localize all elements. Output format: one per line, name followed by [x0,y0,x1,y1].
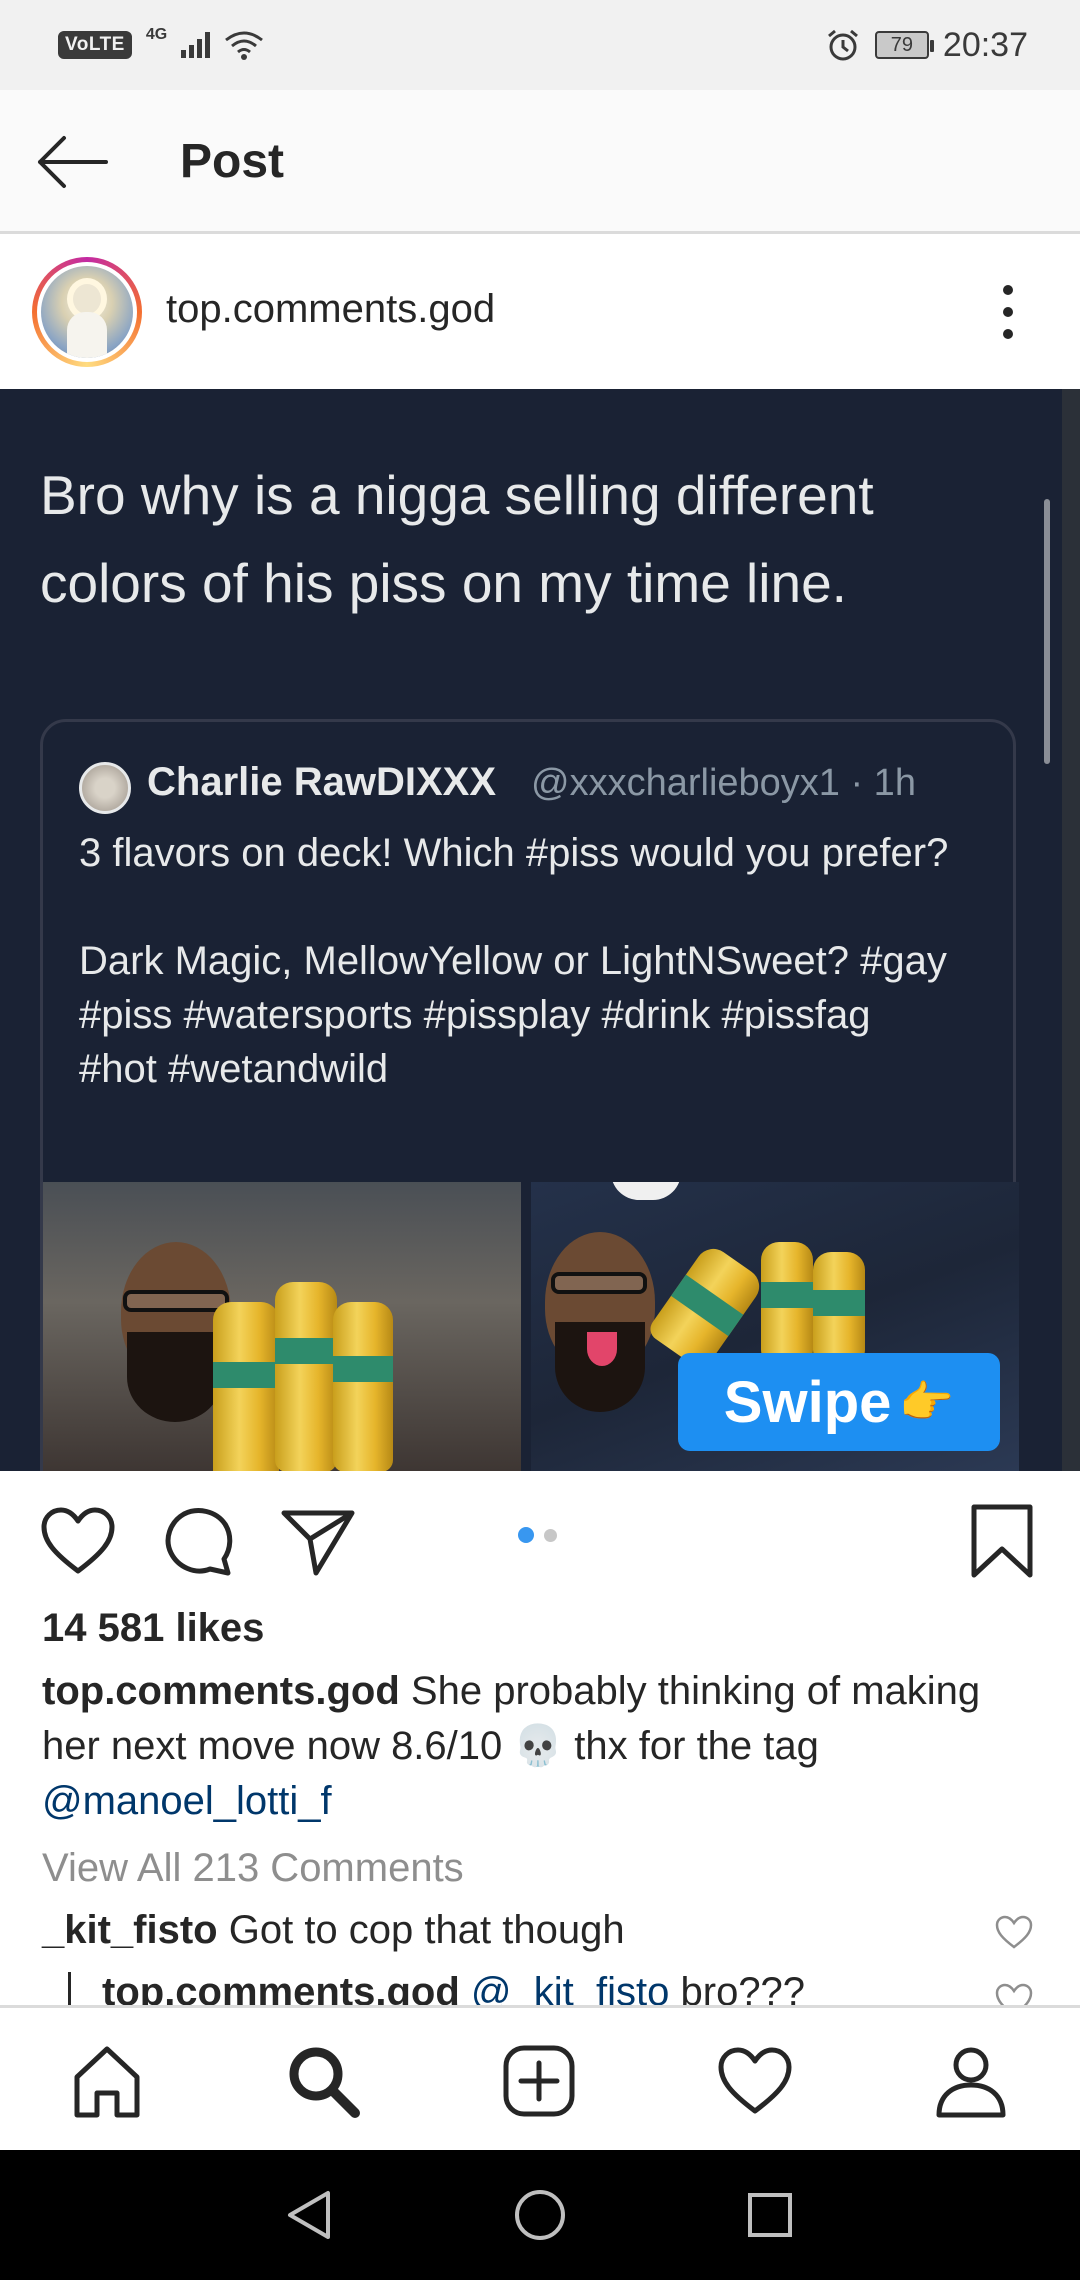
page-title: Post [180,135,285,188]
post-image[interactable]: Bro why is a nigga selling different col… [0,389,1080,1471]
circle-home-icon [515,2190,565,2240]
back-button[interactable] [32,130,112,194]
avatar[interactable] [32,257,142,367]
carousel-dot [544,1528,557,1542]
profile-icon [936,2047,1006,2118]
quote-avatar [79,762,131,814]
home-icon [74,2046,140,2118]
nav-profile[interactable] [926,2036,1016,2126]
post-username[interactable]: top.comments.god [166,287,495,332]
beard [127,1332,223,1422]
bookmark-icon [971,1504,1033,1578]
network-type: 4G [145,26,168,43]
avatar-image [41,266,133,358]
status-bar: VoLTE 4G 79 20:37 [0,0,1080,90]
comment-like-button[interactable] [994,1914,1034,1954]
system-recents-button[interactable] [738,2183,802,2247]
save-button[interactable] [962,1501,1042,1581]
likes-count[interactable]: 14 581 likes [42,1606,264,1651]
heart-icon [995,1915,1033,1949]
volte-indicator: VoLTE [58,31,132,59]
media-photo-left [43,1182,521,1471]
nav-home[interactable] [62,2036,152,2126]
quote-name: Charlie RawDIXXX [147,760,497,804]
search-icon [289,2047,360,2118]
more-options-button[interactable] [988,277,1028,347]
square-recents-icon [748,2193,792,2237]
like-button[interactable] [38,1501,118,1581]
comment-text: Got to cop that though [228,1908,625,1952]
carousel-dot-active [518,1527,534,1543]
back-arrow-icon [38,136,108,188]
alarm-icon [827,29,858,61]
carousel-indicator [518,1527,557,1543]
status-left: VoLTE 4G [58,26,264,61]
bottle [275,1282,337,1471]
caption-username[interactable]: top.comments.god [42,1669,400,1713]
post-header: top.comments.god [0,237,1080,389]
heart-icon [41,1507,115,1574]
caption: top.comments.god She probably thinking o… [42,1664,1032,1829]
tongue [587,1332,617,1366]
swipe-badge: Swipe 👉 [678,1353,1000,1451]
image-edge [1062,389,1080,1471]
bottle [813,1252,865,1362]
reply-thread-line [68,1972,71,2006]
bottom-nav [0,2005,1080,2150]
status-right: 79 20:37 [825,26,1028,65]
send-icon [281,1510,355,1576]
avatar-inner [37,262,137,362]
nav-activity[interactable] [710,2036,800,2126]
caption-mention[interactable]: @manoel_lotti_f [42,1774,1032,1829]
add-post-icon [503,2045,575,2117]
comment-row: _kit_fisto Got to cop that though [42,1908,1042,1953]
bottle [333,1302,393,1471]
image-scrollbar [1044,499,1050,764]
comment-icon [165,1508,233,1576]
quote-body: 3 flavors on deck! Which #piss would you… [79,831,949,1091]
quote-handle: @xxxcharlieboyx1 · 1h [531,762,916,804]
comment-username[interactable]: _kit_fisto [42,1908,218,1952]
bottle [213,1302,279,1471]
tweet-text: Bro why is a nigga selling different col… [40,464,874,614]
bottle [761,1242,813,1362]
nav-new-post[interactable] [494,2036,584,2126]
pointing-hand-icon: 👉 [899,1378,955,1427]
nav-search[interactable] [278,2036,368,2126]
clock: 20:37 [942,25,1028,64]
share-button[interactable] [278,1501,358,1581]
system-nav-bar [0,2150,1080,2280]
top-header: Post [0,90,1080,234]
comment-button[interactable] [158,1501,238,1581]
wifi-icon [225,31,264,60]
system-home-button[interactable] [508,2183,572,2247]
swipe-label: Swipe [723,1369,892,1435]
glasses [551,1272,647,1294]
triangle-back-icon [288,2191,330,2239]
glasses [123,1290,229,1312]
view-all-comments-link[interactable]: View All 213 Comments [42,1846,464,1891]
activity-heart-icon [718,2047,792,2114]
signal-icon [181,32,211,58]
battery-indicator: 79 [874,31,934,59]
more-dot-icon [1003,329,1013,339]
more-dot-icon [1003,307,1013,317]
more-dot-icon [1003,285,1013,295]
system-back-button[interactable] [278,2183,342,2247]
